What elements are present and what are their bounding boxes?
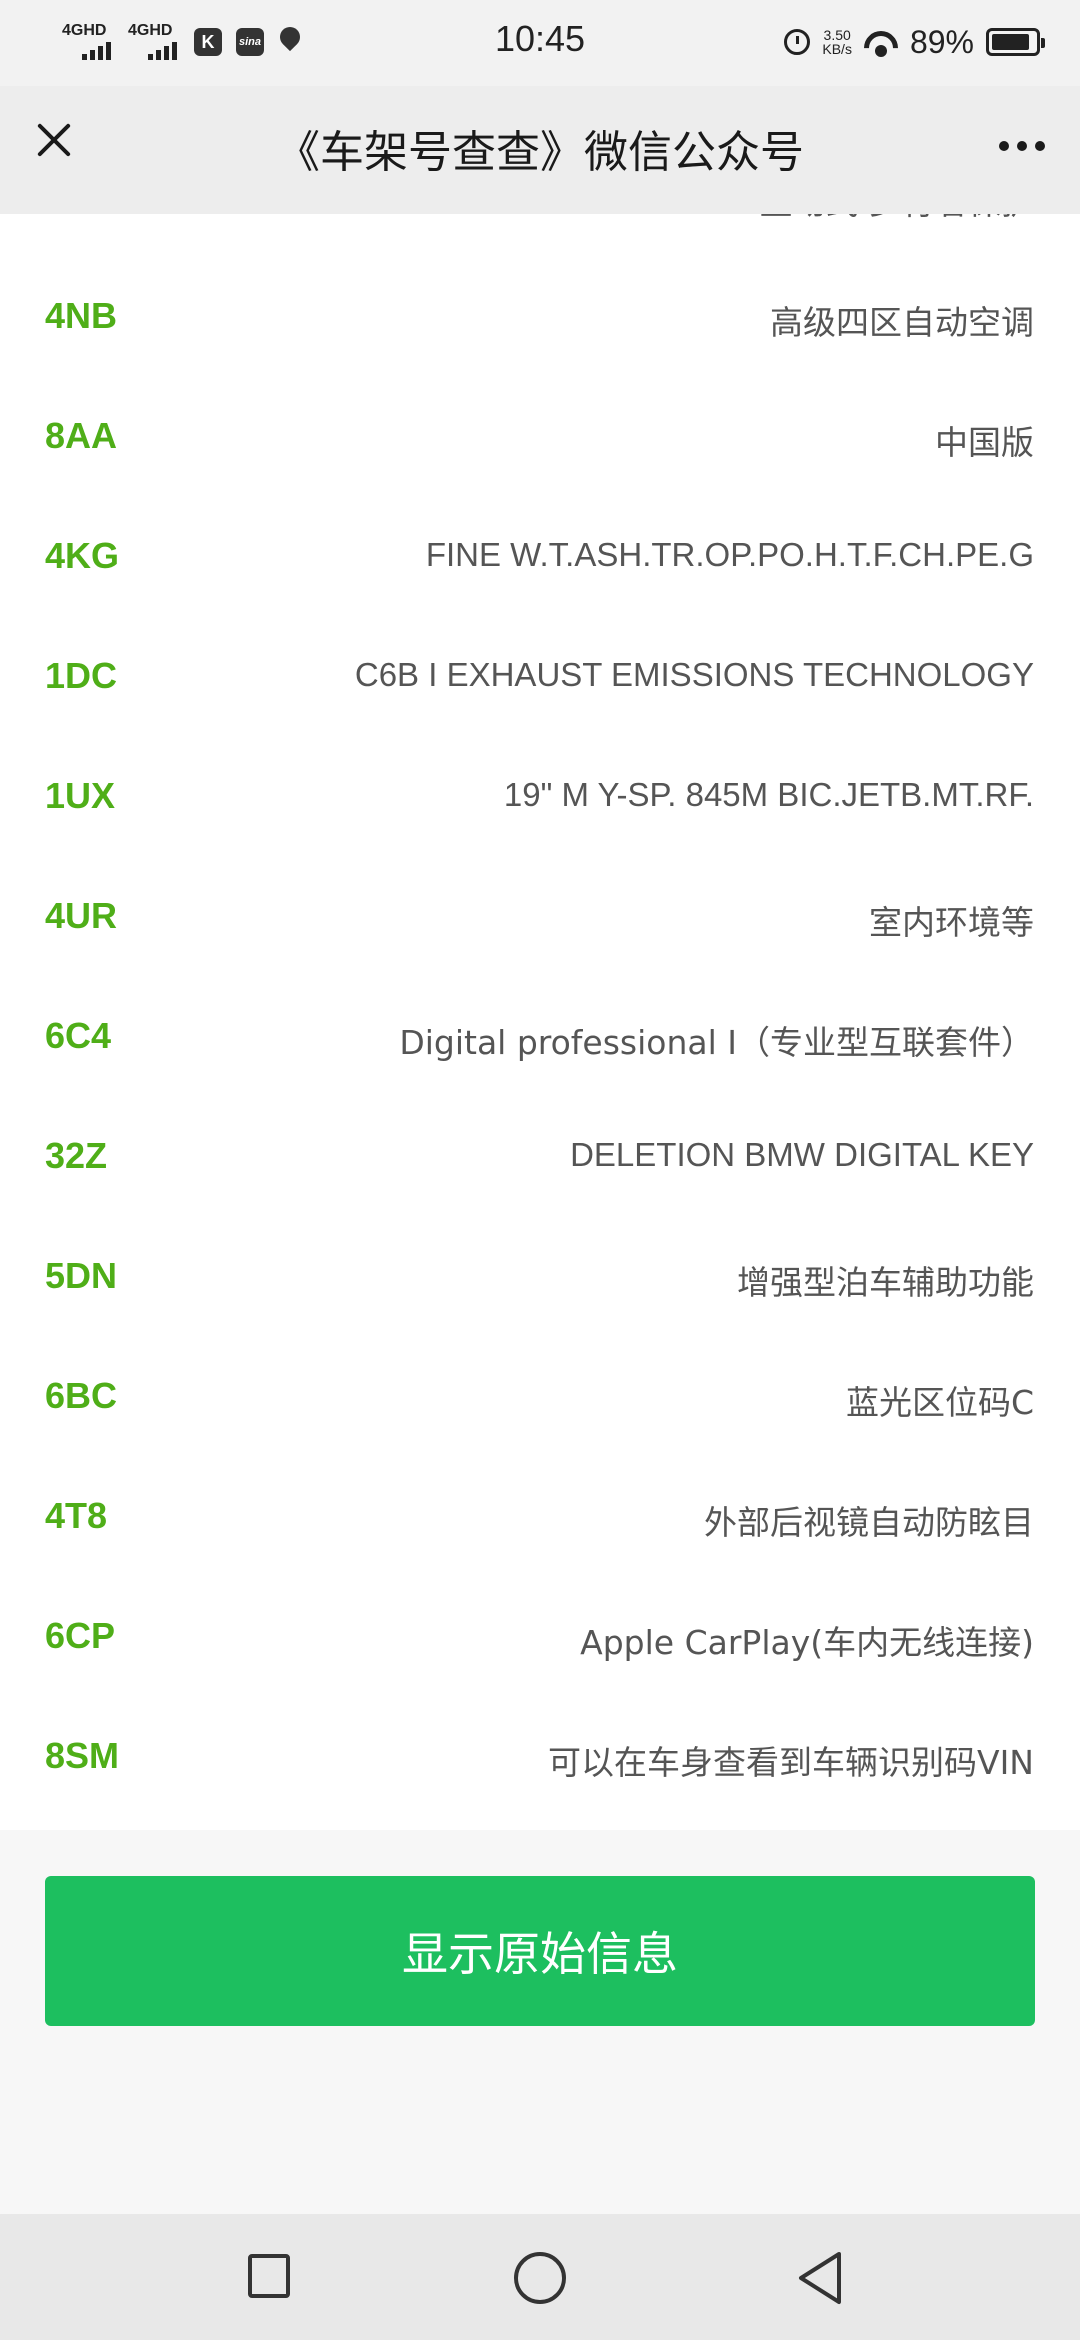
- list-item: 6C4 Digital professional I（专业型互联套件）: [0, 976, 1080, 1096]
- option-description: Apple CarPlay(车内无线连接): [580, 1623, 1034, 1662]
- option-code: 6C4: [45, 1015, 112, 1056]
- option-description: 主动式 步行者保护: [760, 214, 1035, 224]
- option-description: 可以在车身查看到车辆识别码VIN: [548, 1743, 1034, 1782]
- option-code: 8AA: [45, 415, 118, 456]
- list-item: 4T8 外部后视镜自动防眩目: [0, 1456, 1080, 1576]
- system-navigation-bar: [0, 2214, 1080, 2340]
- battery-percent: 89%: [909, 23, 974, 60]
- option-description: DELETION BMW DIGITAL KEY: [570, 1136, 1034, 1173]
- option-code: 5DN: [45, 1255, 118, 1296]
- option-code: 4UR: [45, 895, 118, 936]
- option-description: 高级四区自动空调: [770, 303, 1034, 342]
- status-bar: 4GHD 4GHD K sina 10:45 3.50 KB/s 89%: [0, 0, 1080, 86]
- option-description: 蓝光区位码C: [845, 1383, 1034, 1422]
- option-description: Digital professional I（专业型互联套件）: [399, 1023, 1034, 1062]
- list-item: 8AA 中国版: [0, 376, 1080, 496]
- back-icon[interactable]: [795, 2250, 847, 2306]
- option-code: 4NB: [45, 295, 118, 336]
- button-area: 显示原始信息: [0, 1830, 1080, 2214]
- home-icon[interactable]: [514, 2252, 566, 2304]
- option-code: 4T8: [45, 1495, 108, 1536]
- battery-fill: [992, 34, 1029, 50]
- option-description: 中国版: [935, 423, 1034, 462]
- speed-value: 3.50: [823, 27, 851, 43]
- status-right: 3.50 KB/s 89%: [784, 20, 1045, 64]
- top-navbar: 《车架号查查》微信公众号: [0, 86, 1080, 214]
- recent-apps-icon[interactable]: [248, 2254, 290, 2298]
- list-item: 4KG FINE W.T.ASH.TR.OP.PO.H.T.F.CH.PE.G: [0, 496, 1080, 616]
- list-item: 6BC 蓝光区位码C: [0, 1336, 1080, 1456]
- list-item: 6CP Apple CarPlay(车内无线连接): [0, 1576, 1080, 1696]
- option-description: 增强型泊车辅助功能: [737, 1263, 1034, 1302]
- option-code: 6BC: [45, 1375, 118, 1416]
- option-code-list: 6FH 主动式 步行者保护 4NB 高级四区自动空调 8AA 中国版 4KG FINE W.T…: [0, 214, 1080, 1816]
- option-description: C6B I EXHAUST EMISSIONS TECHNOLOGY: [354, 656, 1034, 693]
- option-code: 6CP: [45, 1615, 116, 1656]
- option-code: 1DC: [45, 655, 118, 696]
- list-item: 8SM 可以在车身查看到车辆识别码VIN: [0, 1696, 1080, 1816]
- option-description: 19" M Y-SP. 845M BIC.JETB.MT.RF.: [503, 776, 1034, 813]
- battery-icon: [986, 28, 1045, 56]
- option-code: 8SM: [45, 1735, 120, 1776]
- list-item: 4NB 高级四区自动空调: [0, 256, 1080, 376]
- show-original-info-button[interactable]: 显示原始信息: [45, 1876, 1035, 2026]
- option-description: 室内环境等: [869, 903, 1034, 942]
- option-code: 4KG: [45, 535, 120, 576]
- alarm-icon: [784, 29, 811, 55]
- option-code: 6FH: [45, 214, 113, 217]
- list-item: 6FH 主动式 步行者保护: [0, 214, 1080, 256]
- network-speed: 3.50 KB/s: [822, 28, 852, 56]
- more-options-icon[interactable]: [988, 116, 1056, 176]
- option-description: 外部后视镜自动防眩目: [704, 1503, 1034, 1542]
- list-item: 1UX 19" M Y-SP. 845M BIC.JETB.MT.RF.: [0, 736, 1080, 856]
- list-item: 1DC C6B I EXHAUST EMISSIONS TECHNOLOGY: [0, 616, 1080, 736]
- speed-unit: KB/s: [822, 41, 852, 57]
- option-code: 32Z: [45, 1135, 108, 1176]
- list-item: 4UR 室内环境等: [0, 856, 1080, 976]
- option-code: 1UX: [45, 775, 116, 816]
- page-title: 《车架号查查》微信公众号: [276, 127, 804, 178]
- option-code-list-container[interactable]: 6FH 主动式 步行者保护 4NB 高级四区自动空调 8AA 中国版 4KG FINE W.T…: [0, 214, 1080, 1830]
- list-item: 32Z DELETION BMW DIGITAL KEY: [0, 1096, 1080, 1216]
- option-description: FINE W.T.ASH.TR.OP.PO.H.T.F.CH.PE.G: [425, 536, 1034, 573]
- list-item: 5DN 增强型泊车辅助功能: [0, 1216, 1080, 1336]
- close-icon[interactable]: [22, 108, 86, 172]
- wifi-icon: [864, 27, 898, 57]
